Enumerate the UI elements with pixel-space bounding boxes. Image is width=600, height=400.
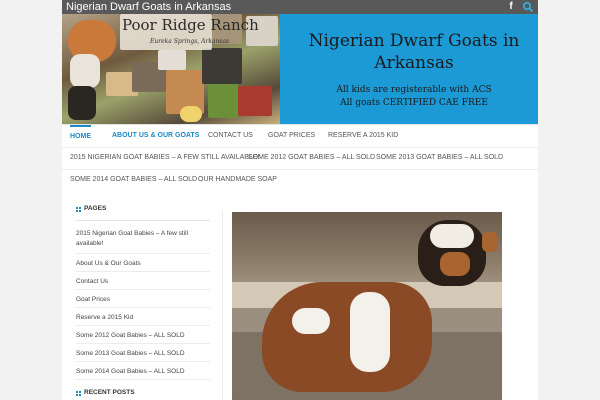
header-collage-image[interactable]: Poor Ridge Ranch Eureka Springs, Arkansa…: [62, 14, 280, 124]
goat-kid-photo[interactable]: [232, 212, 502, 400]
site-header: Poor Ridge Ranch Eureka Springs, Arkansa…: [62, 14, 538, 124]
nav-item-goat-prices[interactable]: Goat Prices: [268, 125, 315, 147]
banner-subtitle: All kids are registerable with ACS All g…: [304, 84, 524, 110]
sidebar-link[interactable]: 2015 Nigerian Goat Babies – A few still …: [76, 227, 210, 254]
sidebar-link[interactable]: Some 2013 Goat Babies – ALL SOLD: [76, 347, 210, 362]
sidebar-link[interactable]: Some 2014 Goat Babies – ALL SOLD: [76, 365, 210, 380]
pages-widget-title: Pages: [76, 202, 210, 216]
banner-title: Nigerian Dwarf Goats in Arkansas: [308, 31, 520, 73]
content-area: Pages 2015 Nigerian Goat Babies – A few …: [62, 190, 538, 400]
banner-line-cae: All goats CERTIFIED CAE FREE: [340, 98, 488, 108]
ranch-logo-subtitle: Eureka Springs, Arkansas: [150, 38, 230, 45]
facebook-icon[interactable]: f: [505, 1, 517, 13]
top-bar: Nigerian Dwarf Goats in Arkansas f: [62, 0, 538, 14]
nav-item-2014-babies[interactable]: Some 2014 Goat Babies – ALL SOLD: [70, 169, 197, 191]
nav-item-soap[interactable]: Our Handmade Soap: [198, 169, 277, 191]
nav-item-contact[interactable]: Contact Us: [208, 125, 253, 147]
main-navigation: Home About Us & Our Goats Contact Us Goa…: [62, 124, 538, 190]
nav-item-2012-babies[interactable]: Some 2012 Goat Babies – ALL SOLD: [248, 147, 375, 169]
grid-icon: [76, 206, 81, 212]
site-title[interactable]: Nigerian Dwarf Goats in Arkansas: [66, 0, 231, 14]
nav-item-home[interactable]: Home: [70, 125, 91, 147]
social-links: f: [505, 1, 534, 13]
grid-icon: [76, 390, 81, 396]
sidebar-link[interactable]: Goat Prices: [76, 293, 210, 308]
recent-posts-label: Recent Posts: [84, 389, 135, 396]
column-divider: [222, 210, 223, 400]
nav-item-2015-babies[interactable]: 2015 Nigerian Goat Babies – A few still …: [70, 147, 259, 169]
sidebar-link[interactable]: Contact Us: [76, 275, 210, 290]
pages-widget-label: Pages: [84, 205, 107, 212]
sidebar-recent-posts-widget: Recent Posts: [76, 386, 135, 400]
widget-rule: [76, 220, 210, 221]
sidebar-link[interactable]: Some 2012 Goat Babies – ALL SOLD: [76, 329, 210, 344]
sidebar-link[interactable]: About Us & Our Goats: [76, 257, 210, 272]
banner-line-registration: All kids are registerable with ACS: [336, 85, 492, 95]
recent-posts-title: Recent Posts: [76, 386, 135, 400]
nav-item-2013-babies[interactable]: Some 2013 Goat Babies – ALL SOLD: [376, 147, 503, 169]
ranch-logo-title: Poor Ridge Ranch: [122, 16, 259, 34]
nav-item-reserve-kid[interactable]: Reserve a 2015 Kid: [328, 125, 398, 147]
sidebar-pages-widget: Pages 2015 Nigerian Goat Babies – A few …: [76, 202, 210, 383]
search-icon[interactable]: [522, 1, 534, 13]
sidebar-link[interactable]: Reserve a 2015 Kid: [76, 311, 210, 326]
header-banner: Nigerian Dwarf Goats in Arkansas All kid…: [280, 14, 538, 124]
nav-item-about[interactable]: About Us & Our Goats: [112, 125, 199, 147]
